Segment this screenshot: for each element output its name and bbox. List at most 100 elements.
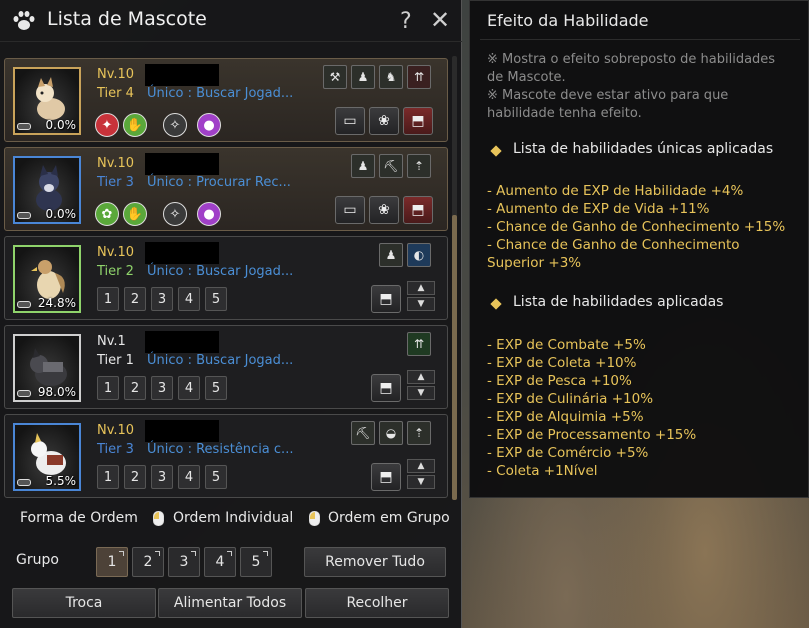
hand-icon: ✋ — [123, 202, 147, 226]
group-number-button[interactable]: 3 — [151, 465, 173, 489]
running-icon: ✦ — [95, 113, 119, 137]
divider — [480, 39, 800, 40]
pet-list-window: Lista de Mascote ? ✕ 0.0% Nv.10 Tier 4 Ú… — [0, 0, 462, 628]
move-up-button[interactable]: ▲ — [407, 281, 435, 295]
group-number-button[interactable]: 4 — [178, 287, 200, 311]
group-number-button[interactable]: 2 — [124, 465, 146, 489]
pet-name-redacted — [145, 64, 219, 86]
paw-icon — [13, 11, 35, 30]
group-number-button[interactable]: 4 — [178, 376, 200, 400]
unique-skills-header: Lista de habilidades únicas aplicadas — [513, 141, 774, 157]
group-number-button[interactable]: 3 — [151, 376, 173, 400]
window-title: Lista de Mascote — [47, 8, 207, 30]
paw-button[interactable]: ❀ — [369, 196, 399, 224]
group-button-5[interactable]: 5 — [240, 547, 272, 577]
feed-all-button[interactable]: Alimentar Todos — [158, 588, 302, 618]
diamond-bullet-icon — [490, 145, 502, 157]
group-number-button[interactable]: 1 — [97, 287, 119, 311]
pet-card[interactable]: 5.5% Nv.10 Tier 3 Único : Resistência c.… — [4, 414, 448, 498]
pet-tier: Tier 3 — [97, 175, 134, 190]
effect-line: - EXP de Pesca +10% — [487, 373, 632, 389]
hunger-icon — [17, 212, 31, 219]
horse-skill-icon: ♞ — [379, 65, 403, 89]
group-number-button[interactable]: 2 — [124, 287, 146, 311]
pickaxe-skill-icon: ⛏ — [379, 154, 403, 178]
pet-card[interactable]: 0.0% Nv.10 Tier 4 Único : Buscar Jogad..… — [4, 58, 448, 142]
pet-name-redacted — [145, 331, 219, 353]
pouch-icon: ● — [197, 113, 221, 137]
hunger-icon — [17, 479, 31, 486]
group-number-button[interactable]: 5 — [205, 376, 227, 400]
summon-button[interactable]: ⬒ — [371, 285, 401, 313]
collect-button[interactable]: Recolher — [305, 588, 449, 618]
individual-order-option[interactable]: Ordem Individual — [173, 510, 293, 526]
tooltip-note: ※ Mascote deve estar ativo para que habi… — [487, 88, 729, 121]
help-button[interactable]: ? — [400, 9, 412, 34]
group-number-button[interactable]: 3 — [151, 287, 173, 311]
move-down-button[interactable]: ▼ — [407, 297, 435, 311]
group-number-button[interactable]: 1 — [97, 376, 119, 400]
pickaxe-skill-icon: ⛏ — [351, 421, 375, 445]
pet-card[interactable]: 0.0% Nv.10 Tier 3 Único : Procurar Rec..… — [4, 147, 448, 231]
mouse-left-icon — [309, 511, 320, 526]
tooltip-title: Efeito da Habilidade — [487, 11, 649, 30]
effect-line: - Coleta +1Nível — [487, 463, 598, 479]
pet-portrait: 5.5% — [13, 423, 81, 491]
water-skill-icon: ◐ — [407, 243, 431, 267]
feed-button[interactable]: ▭ — [335, 107, 365, 135]
pet-card[interactable]: 98.0% Nv.1 Tier 1 Único : Buscar Jogad..… — [4, 325, 448, 409]
summon-button[interactable]: ⬒ — [371, 463, 401, 491]
hunger-percent: 98.0% — [37, 385, 76, 399]
group-number-button[interactable]: 1 — [97, 465, 119, 489]
group-button-2[interactable]: 2 — [132, 547, 164, 577]
hunger-percent: 0.0% — [45, 118, 77, 132]
feed-button[interactable]: ▭ — [335, 196, 365, 224]
person-skill-icon: ♟ — [379, 243, 403, 267]
group-number-button[interactable]: 2 — [124, 376, 146, 400]
group-label: Grupo — [16, 552, 59, 568]
pet-level: Nv.10 — [97, 245, 135, 260]
person-skill-icon: ♟ — [351, 154, 375, 178]
bag-skill-icon: ◒ — [379, 421, 403, 445]
pouch-icon: ● — [197, 202, 221, 226]
hand-icon: ✋ — [123, 113, 147, 137]
compass-icon: ✧ — [163, 113, 187, 137]
close-button[interactable]: ✕ — [430, 6, 450, 34]
effect-line: - Chance de Ganho de Conhecimento Superi… — [487, 237, 740, 271]
hunger-icon — [17, 301, 31, 308]
sprout-icon: ✿ — [95, 202, 119, 226]
remove-all-button[interactable]: Remover Tudo — [304, 547, 446, 577]
move-up-button[interactable]: ▲ — [407, 370, 435, 384]
hunger-percent: 5.5% — [45, 474, 77, 488]
arrows-up-icon: ⇈ — [407, 65, 431, 89]
hunger-percent: 0.0% — [45, 207, 77, 221]
summon-button[interactable]: ⬒ — [371, 374, 401, 402]
group-button-3[interactable]: 3 — [168, 547, 200, 577]
pet-unique-skill: Único : Buscar Jogad... — [147, 264, 294, 279]
move-down-button[interactable]: ▼ — [407, 386, 435, 400]
release-button[interactable]: ⬒ — [403, 107, 433, 135]
effect-line: - Aumento de EXP de Habilidade +4% — [487, 183, 744, 199]
pet-card[interactable]: 24.8% Nv.10 Tier 2 Único : Buscar Jogad.… — [4, 236, 448, 320]
scrollbar-thumb[interactable] — [452, 215, 457, 500]
group-number-button[interactable]: 4 — [178, 465, 200, 489]
pet-name-redacted — [145, 242, 219, 264]
move-down-button[interactable]: ▼ — [407, 475, 435, 489]
effect-line: - EXP de Culinária +10% — [487, 391, 654, 407]
release-button[interactable]: ⬒ — [403, 196, 433, 224]
order-mode-label: Forma de Ordem — [20, 510, 138, 526]
move-up-button[interactable]: ▲ — [407, 459, 435, 473]
pet-unique-skill: Único : Buscar Jogad... — [147, 86, 294, 101]
title-bar[interactable]: Lista de Mascote ? ✕ — [0, 0, 462, 42]
pet-portrait: 0.0% — [13, 67, 81, 135]
group-button-1[interactable]: 1 — [96, 547, 128, 577]
swap-button[interactable]: Troca — [12, 588, 156, 618]
group-order-option[interactable]: Ordem em Grupo — [328, 510, 450, 526]
group-number-button[interactable]: 5 — [205, 465, 227, 489]
pet-name-redacted — [145, 420, 219, 442]
group-number-button[interactable]: 5 — [205, 287, 227, 311]
group-button-4[interactable]: 4 — [204, 547, 236, 577]
pet-name-redacted — [145, 153, 219, 175]
paw-button[interactable]: ❀ — [369, 107, 399, 135]
arrows-up-icon: ⇈ — [407, 332, 431, 356]
